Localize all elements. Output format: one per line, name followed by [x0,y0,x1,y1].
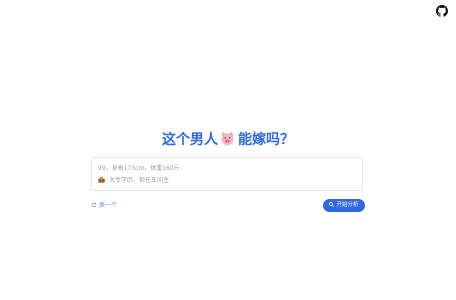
input-line-1: 99，身高173cm，体重160斤 [98,165,180,172]
change-button-label: 换一个 [99,202,118,209]
title-prefix: 这个男人 [162,132,218,148]
analyze-button[interactable]: 开始分析 [323,199,365,212]
github-icon [436,5,448,17]
briefcase-icon [98,177,105,183]
description-input[interactable]: 99，身高173cm，体重160斤 大专学历，担任车间主 [91,157,363,191]
search-icon [329,201,335,207]
input-line-2: 大专学历，担任车间主 [109,177,170,184]
change-button[interactable]: 换一个 [91,201,117,210]
analyze-button-label: 开始分析 [336,202,359,208]
input-line-2-row: 大专学历，担任车间主 [98,177,169,185]
refresh-icon [91,202,97,208]
github-link[interactable] [436,5,448,17]
page-title: 这个男人 能嫁吗？ [0,131,456,149]
title-suffix: 能嫁吗？ [238,132,294,148]
pig-face-icon [220,131,235,146]
